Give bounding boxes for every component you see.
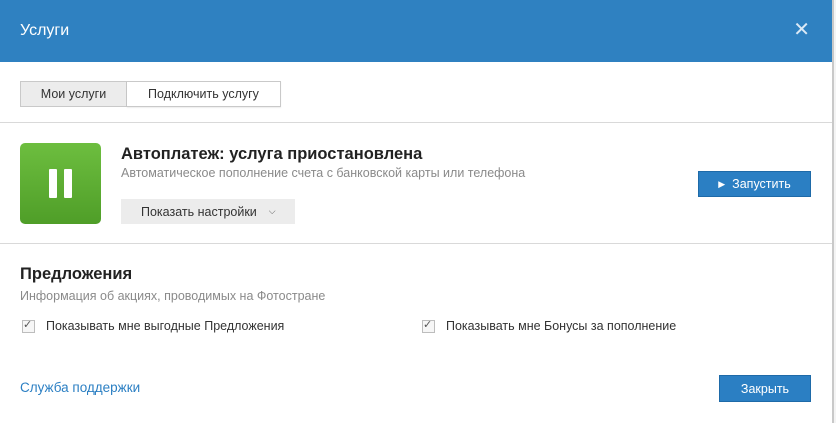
bonus-checkbox-label: Показывать мне Бонусы за пополнение bbox=[446, 319, 677, 333]
offers-checkbox-label: Показывать мне выгодные Предложения bbox=[46, 319, 285, 333]
tab-connect-service[interactable]: Подключить услугу bbox=[127, 81, 281, 107]
bonus-checkbox[interactable]: ✓ bbox=[422, 318, 435, 333]
service-title: Автоплатеж: услуга приостановлена bbox=[121, 145, 423, 163]
start-button-label: Запустить bbox=[732, 177, 791, 191]
offers-title: Предложения bbox=[20, 265, 133, 283]
offers-subtitle: Информация об акциях, проводимых на Фото… bbox=[20, 289, 326, 303]
divider bbox=[0, 243, 832, 244]
tab-my-services[interactable]: Мои услуги bbox=[20, 81, 127, 107]
tab-bar: Мои услуги Подключить услугу bbox=[20, 81, 281, 107]
service-description: Автоматическое пополнение счета с банков… bbox=[121, 166, 526, 180]
play-icon: ▶ bbox=[718, 178, 726, 189]
offers-checkbox[interactable]: ✓ bbox=[22, 318, 35, 333]
services-dialog: Услуги ✕ Мои услуги Подключить услугу Ав… bbox=[0, 0, 834, 423]
offers-checkbox-row[interactable]: ✓ Показывать мне выгодные Предложения bbox=[22, 319, 284, 333]
dialog-header: Услуги ✕ bbox=[0, 0, 832, 62]
close-icon[interactable]: ✕ bbox=[793, 18, 810, 42]
close-button[interactable]: Закрыть bbox=[719, 375, 811, 402]
dialog-title: Услуги bbox=[20, 22, 70, 39]
pause-icon bbox=[20, 143, 101, 224]
show-settings-button[interactable]: Показать настройки ⌵ bbox=[121, 199, 295, 224]
check-icon: ✓ bbox=[23, 318, 33, 331]
bonus-checkbox-row[interactable]: ✓ Показывать мне Бонусы за пополнение bbox=[422, 319, 676, 333]
divider bbox=[0, 122, 832, 123]
show-settings-label: Показать настройки bbox=[141, 204, 257, 219]
start-button[interactable]: ▶ Запустить bbox=[698, 171, 811, 197]
chevron-down-icon: ⌵ bbox=[268, 206, 276, 216]
check-icon: ✓ bbox=[423, 318, 433, 331]
support-link[interactable]: Служба поддержки bbox=[20, 380, 140, 395]
